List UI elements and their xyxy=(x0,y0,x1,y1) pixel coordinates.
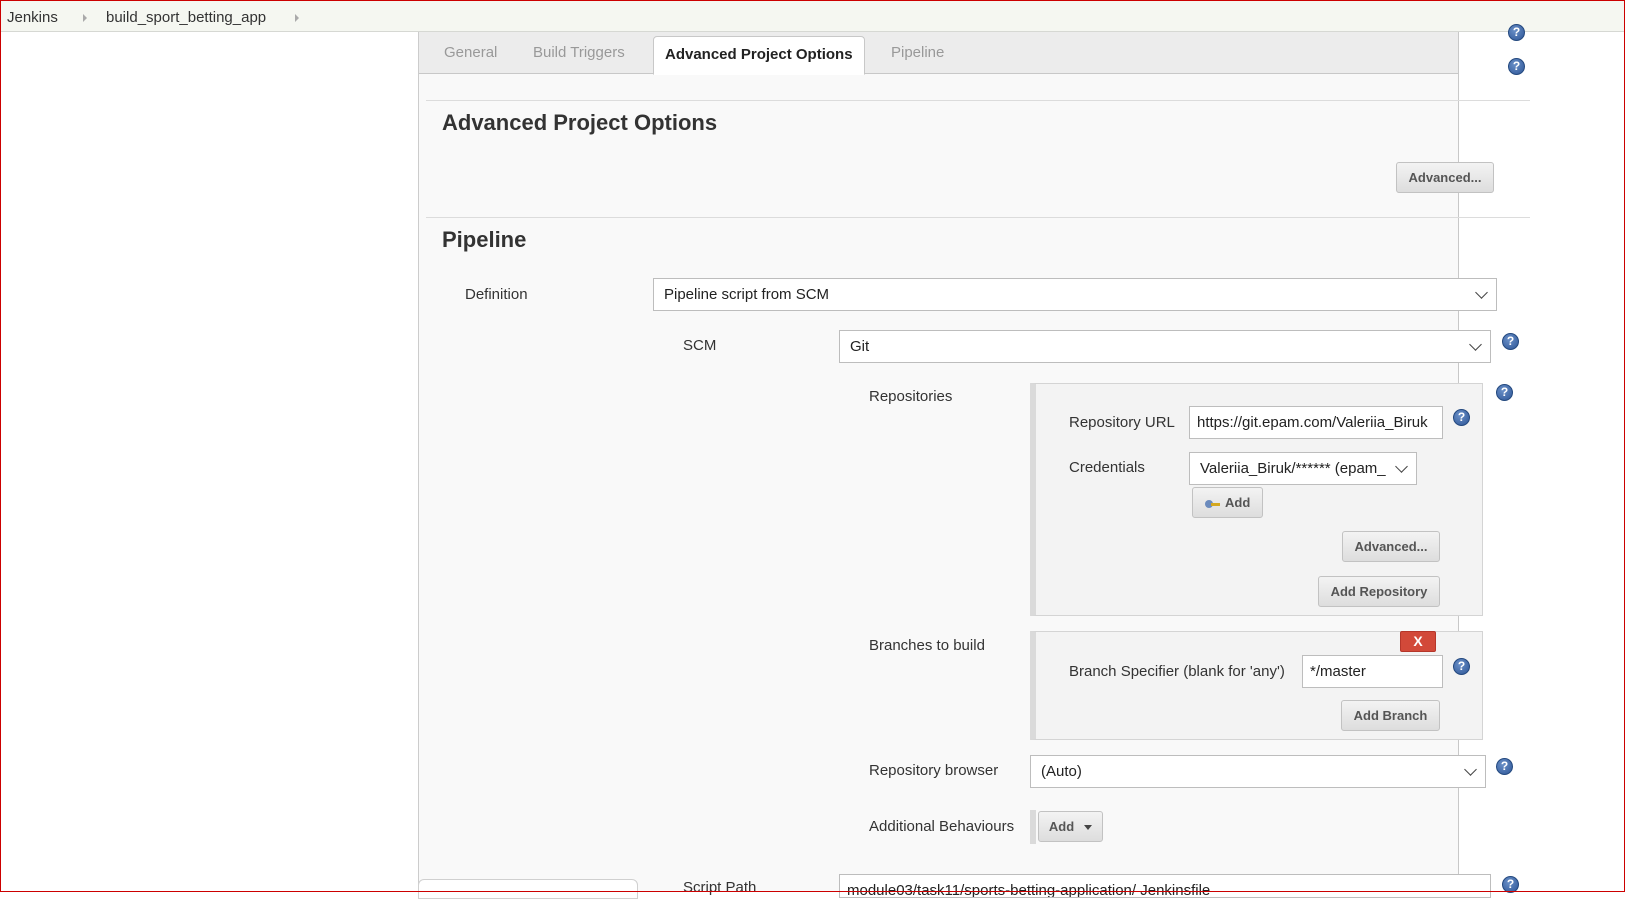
breadcrumb-arrow-icon[interactable] xyxy=(295,14,299,22)
repository-browser-select[interactable]: (Auto) xyxy=(1030,755,1486,788)
add-branch-button[interactable]: Add Branch xyxy=(1341,700,1440,731)
help-icon[interactable]: ? xyxy=(1496,758,1513,775)
breadcrumb-job[interactable]: build_sport_betting_app xyxy=(106,9,266,26)
credentials-label: Credentials xyxy=(1069,459,1145,476)
branches-to-build-label: Branches to build xyxy=(869,637,985,654)
repository-advanced-button[interactable]: Advanced... xyxy=(1342,531,1440,562)
help-icon[interactable]: ? xyxy=(1508,24,1525,41)
breadcrumb-arrow-icon[interactable] xyxy=(83,14,87,22)
section-divider xyxy=(426,217,1530,218)
add-credentials-label: Add xyxy=(1225,495,1251,510)
script-path-input[interactable]: module03/task11/sports-betting-applicati… xyxy=(839,874,1491,898)
repository-browser-value: (Auto) xyxy=(1041,763,1082,780)
help-icon[interactable]: ? xyxy=(1508,58,1525,75)
repository-browser-label: Repository browser xyxy=(869,762,999,779)
chevron-down-icon xyxy=(1464,763,1477,776)
help-icon[interactable]: ? xyxy=(1496,384,1513,401)
tab-bar: General Build Triggers Advanced Project … xyxy=(419,32,1459,75)
help-icon[interactable]: ? xyxy=(1502,333,1519,350)
tab-general[interactable]: General xyxy=(444,32,497,74)
scm-label: SCM xyxy=(683,337,717,354)
section-divider xyxy=(426,100,1530,101)
definition-select[interactable]: Pipeline script from SCM xyxy=(653,278,1497,311)
help-icon[interactable]: ? xyxy=(1453,409,1470,426)
additional-behaviours-label: Additional Behaviours xyxy=(869,818,1015,835)
credentials-value: Valeriia_Biruk/****** (epam_ xyxy=(1200,460,1386,477)
chevron-down-icon xyxy=(1475,286,1488,299)
add-repository-button[interactable]: Add Repository xyxy=(1318,576,1440,607)
delete-branch-button[interactable]: X xyxy=(1400,631,1436,652)
repository-url-label: Repository URL xyxy=(1069,414,1175,431)
repository-url-input[interactable]: https://git.epam.com/Valeriia_Biruk xyxy=(1189,406,1443,439)
key-icon xyxy=(1205,500,1220,508)
behaviours-bar xyxy=(1030,810,1036,844)
chevron-down-icon xyxy=(1469,338,1482,351)
advanced-project-options-title: Advanced Project Options xyxy=(442,110,718,135)
tab-advanced-project-options[interactable]: Advanced Project Options xyxy=(653,36,865,75)
chevron-down-icon xyxy=(1395,460,1408,473)
scm-select[interactable]: Git xyxy=(839,330,1491,363)
caret-down-icon xyxy=(1084,825,1093,831)
bottom-tab-edge xyxy=(418,879,638,899)
tab-pipeline[interactable]: Pipeline xyxy=(891,32,944,74)
help-icon[interactable]: ? xyxy=(1502,876,1519,893)
branch-specifier-input[interactable]: */master xyxy=(1302,655,1443,688)
definition-label: Definition xyxy=(465,286,528,303)
credentials-select[interactable]: Valeriia_Biruk/****** (epam_ xyxy=(1189,452,1417,485)
tab-build-triggers[interactable]: Build Triggers xyxy=(533,32,625,74)
additional-behaviours-add-button[interactable]: Add xyxy=(1038,811,1103,842)
additional-behaviours-add-label: Add xyxy=(1048,819,1075,834)
pipeline-title: Pipeline xyxy=(442,227,527,252)
breadcrumb-jenkins[interactable]: Jenkins xyxy=(7,9,58,26)
repositories-label: Repositories xyxy=(869,388,953,405)
definition-value: Pipeline script from SCM xyxy=(664,286,830,303)
script-path-label: Script Path xyxy=(683,879,757,896)
branch-specifier-label: Branch Specifier (blank for 'any') xyxy=(1069,663,1285,680)
advanced-button[interactable]: Advanced... xyxy=(1396,162,1494,193)
scm-value: Git xyxy=(850,338,870,355)
add-credentials-button[interactable]: Add xyxy=(1192,487,1263,518)
breadcrumb: Jenkins build_sport_betting_app xyxy=(1,1,1624,32)
help-icon[interactable]: ? xyxy=(1453,658,1470,675)
